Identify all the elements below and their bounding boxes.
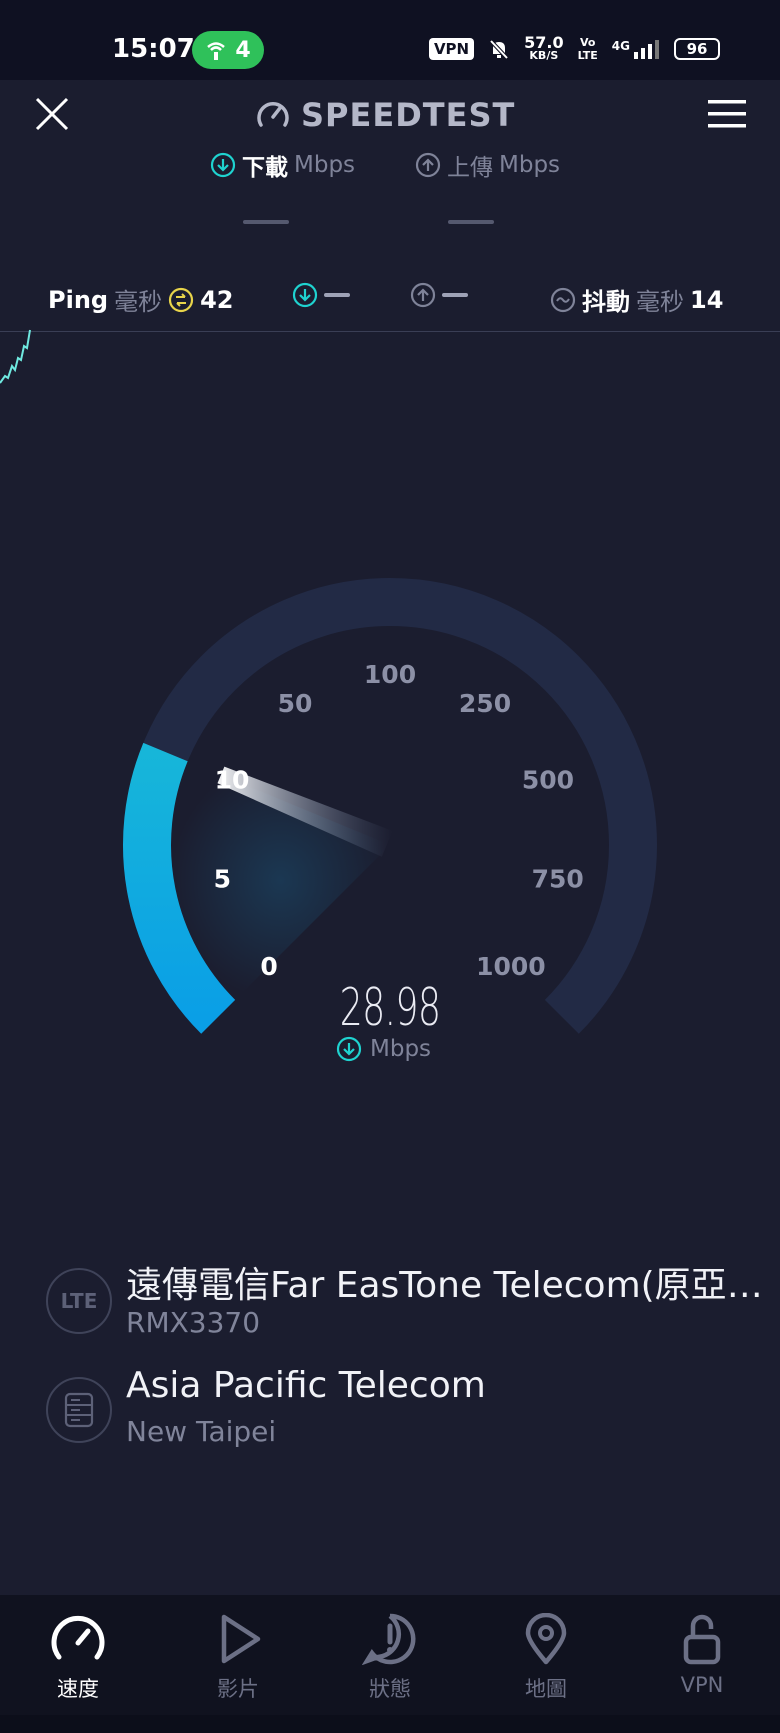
nav-speed-label: 速度 — [57, 1677, 99, 1701]
nav-status-label: 狀態 — [369, 1677, 411, 1701]
upload-arrow-icon — [415, 152, 441, 178]
gauge-tick-label: 5 — [214, 864, 231, 893]
current-speed-unit-row: Mbps — [336, 1036, 431, 1062]
status-icons: VPN 57.0 KB/S Vo LTE 4G 96 — [428, 33, 720, 63]
bottom-navigation: 速度 影片 狀態 地圖 VPN — [0, 1595, 780, 1715]
unlock-icon — [683, 1614, 721, 1665]
download-arrow-icon — [210, 152, 236, 178]
lte-badge-text: LTE — [60, 1289, 98, 1313]
status-bar: 15:07 4 VPN 57.0 KB/S Vo LTE 4G 96 — [0, 0, 780, 80]
provider-name: 遠傳電信Far EasTone Telecom(原亞太電信) — [126, 1265, 776, 1306]
net-speed-unit: KB/S — [529, 49, 559, 62]
server-name: Asia Pacific Telecom — [126, 1365, 486, 1406]
upload-metric: 上傳 Mbps — [415, 148, 560, 182]
volte-indicator: Vo LTE — [578, 36, 598, 62]
jitter-unit: 毫秒 — [636, 288, 684, 316]
gauge-tick-label: 100 — [364, 660, 416, 689]
nav-video-label: 影片 — [217, 1677, 259, 1701]
download-latency-placeholder — [324, 293, 350, 297]
speedometer-icon — [51, 1615, 105, 1660]
nav-speed[interactable]: 速度 — [18, 1613, 138, 1703]
nav-video[interactable]: 影片 — [178, 1613, 298, 1703]
download-value-placeholder — [243, 220, 289, 224]
server-icon — [46, 1377, 112, 1443]
menu-icon[interactable] — [708, 100, 746, 128]
download-label: 下載 — [242, 155, 288, 181]
current-speed-unit: Mbps — [370, 1036, 432, 1062]
vpn-badge: VPN — [428, 38, 475, 60]
download-unit: Mbps — [294, 152, 356, 178]
upload-unit: Mbps — [499, 152, 561, 178]
download-metric: 下載 Mbps — [210, 148, 355, 182]
upload-latency-icon — [410, 282, 436, 308]
gauge-tick-label: 750 — [532, 864, 584, 893]
ping-metric: Ping 毫秒 42 — [48, 282, 234, 317]
battery-level: 96 — [686, 40, 708, 58]
upload-latency-placeholder — [442, 293, 468, 297]
lte-icon: LTE — [46, 1268, 112, 1334]
speed-sparkline — [0, 329, 31, 384]
battery-icon: 96 — [674, 38, 720, 60]
hotspot-badge: 4 — [192, 31, 264, 69]
server-stack-icon — [64, 1392, 94, 1428]
nav-vpn-label: VPN — [680, 1673, 724, 1697]
gauge-tick-label: 250 — [459, 689, 511, 718]
upload-latency — [410, 282, 468, 308]
gauge-tick-label: 50 — [278, 689, 313, 718]
gauge-tick-label: 10 — [215, 766, 250, 795]
play-icon — [221, 1614, 261, 1664]
upload-label: 上傳 — [447, 155, 493, 181]
ping-icon — [168, 287, 194, 312]
system-home-bar — [0, 1715, 780, 1733]
server-location: New Taipei — [126, 1415, 277, 1448]
volte-bottom: LTE — [577, 49, 598, 62]
jitter-icon — [550, 287, 576, 312]
ping-value: 42 — [200, 285, 234, 314]
download-speed-icon — [336, 1036, 362, 1062]
current-speed-value: 28.98 — [339, 978, 441, 1038]
nav-map[interactable]: 地圖 — [486, 1613, 606, 1703]
ping-label: Ping — [48, 285, 109, 314]
jitter-label: 抖動 — [582, 288, 630, 316]
device-model: RMX3370 — [126, 1306, 261, 1339]
nav-vpn[interactable]: VPN — [642, 1613, 762, 1697]
wifi-hotspot-icon — [207, 42, 226, 60]
mute-bell-icon — [489, 39, 509, 60]
jitter-value: 14 — [690, 285, 724, 314]
upload-value-placeholder — [448, 220, 494, 224]
nav-map-label: 地圖 — [525, 1677, 567, 1701]
app-brand: SPEEDTEST — [255, 96, 515, 134]
gauge-tick-label: 1000 — [476, 952, 546, 981]
download-latency — [292, 282, 350, 308]
app-title: SPEEDTEST — [301, 96, 516, 134]
hotspot-count: 4 — [235, 37, 251, 63]
map-pin-icon — [525, 1613, 567, 1665]
signal-bars-icon — [634, 40, 659, 59]
gauge-tick-label: 500 — [522, 766, 574, 795]
alert-icon — [362, 1613, 416, 1665]
nav-status[interactable]: 狀態 — [330, 1613, 450, 1703]
ping-unit: 毫秒 — [114, 288, 163, 316]
jitter-metric: 抖動 毫秒 14 — [550, 282, 723, 317]
status-time: 15:07 — [112, 34, 195, 64]
net-speed: 57.0 KB/S — [524, 33, 564, 63]
volte-top: Vo — [579, 36, 596, 49]
network-type: 4G — [611, 39, 630, 53]
signal-indicator: 4G — [612, 39, 660, 59]
close-icon[interactable] — [34, 96, 70, 132]
metrics-row: Ping 毫秒 42 抖動 毫秒 14 — [0, 282, 780, 332]
net-speed-value: 57.0 — [524, 33, 564, 52]
download-latency-icon — [292, 282, 318, 308]
speedtest-logo-icon — [257, 102, 289, 127]
gauge-tick-label: 0 — [260, 952, 277, 981]
